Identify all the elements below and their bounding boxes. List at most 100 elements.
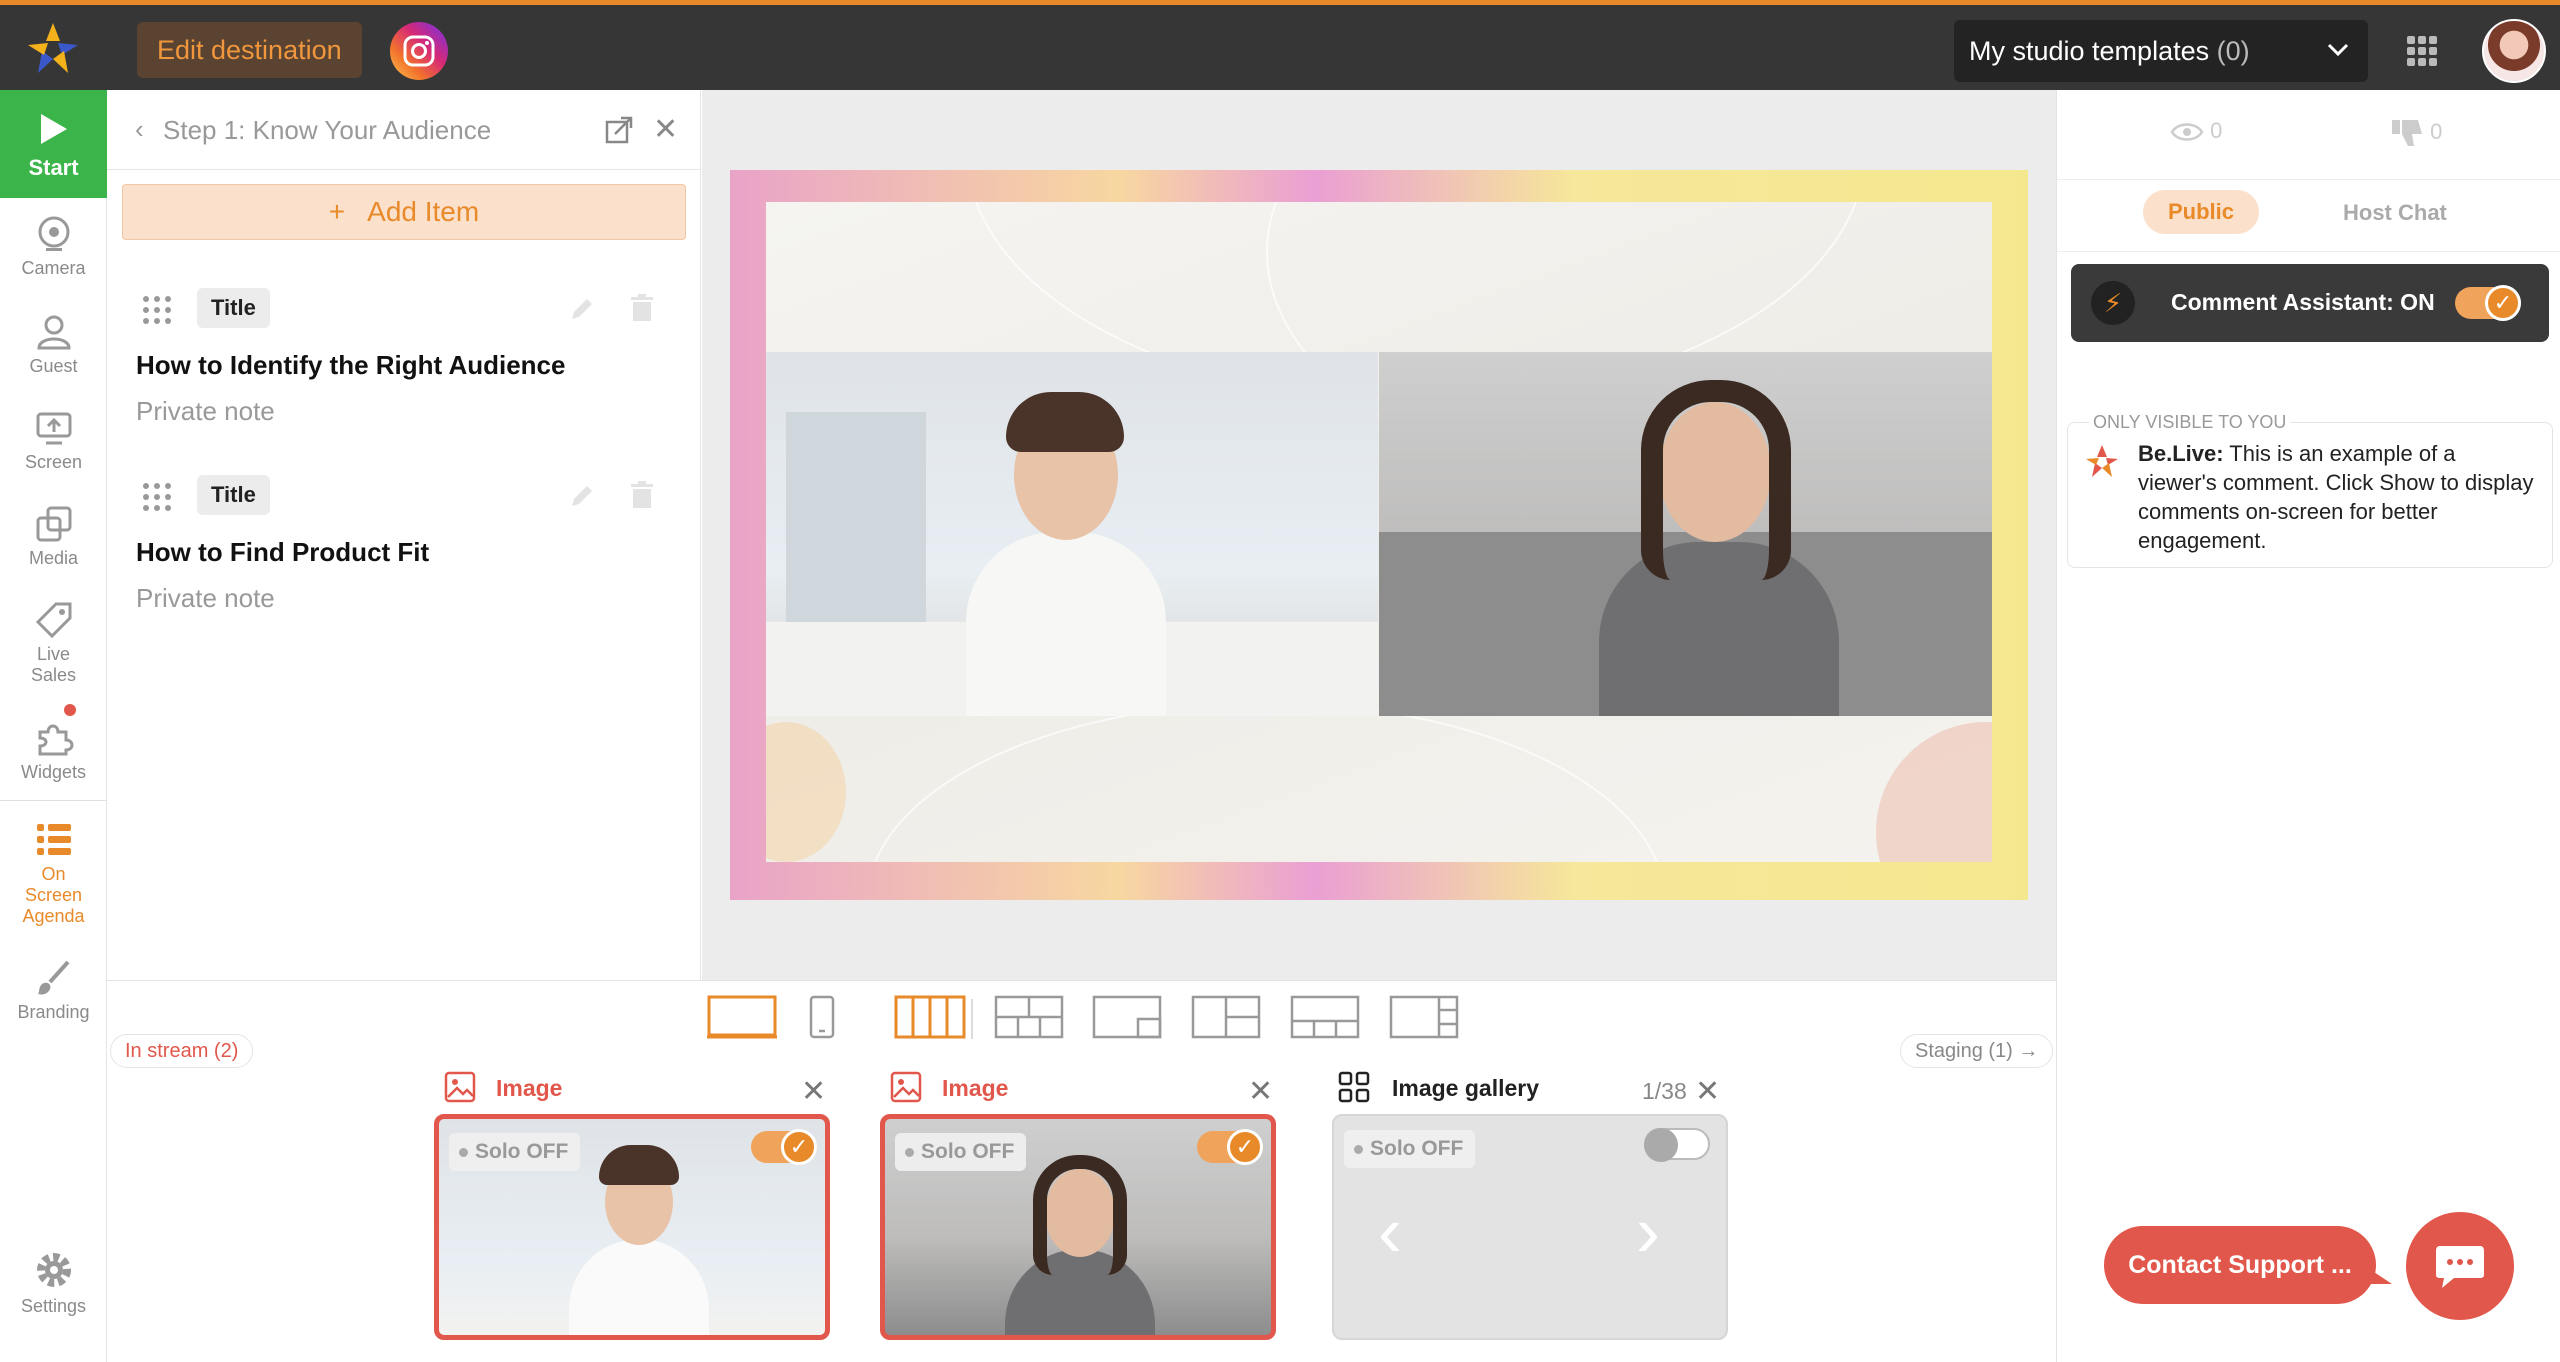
studio-templates-dropdown[interactable]: My studio templates (0): [1954, 20, 2368, 82]
staging-link[interactable]: Staging (1) →: [1900, 1034, 2054, 1068]
puzzle-icon: [38, 724, 73, 756]
edit-pencil-icon[interactable]: [569, 483, 595, 509]
rail-guest-label: Guest: [29, 356, 78, 376]
chevron-right-icon[interactable]: ›: [1636, 1196, 1660, 1268]
rail-on-screen-agenda[interactable]: On Screen Agenda: [0, 820, 107, 927]
rail-branding-label: Branding: [17, 1002, 90, 1022]
rail-live-label: Live: [36, 644, 71, 664]
layout-columns-icon[interactable]: [894, 995, 966, 1039]
comment-assistant-bar: ⚡ Comment Assistant: ON ✓: [2071, 264, 2549, 342]
contact-support-button[interactable]: Contact Support ...: [2104, 1226, 2376, 1304]
comment-assistant-label: Comment Assistant: ON: [2171, 289, 2435, 315]
lightning-icon: ⚡: [2091, 281, 2135, 325]
instagram-icon[interactable]: [390, 22, 448, 80]
host-hair: [1006, 392, 1124, 452]
agenda-panel: ‹ Step 1: Know Your Audience ✕ + Add Item…: [107, 90, 701, 980]
support-bubble-tail: [2362, 1264, 2392, 1284]
comment-assistant-toggle[interactable]: ✓: [2455, 285, 2521, 321]
rail-guest[interactable]: Guest: [0, 312, 107, 377]
agenda-title: Step 1: Know Your Audience: [163, 115, 492, 145]
comment-body: Be.Live: This is an example of a viewer'…: [2138, 439, 2538, 555]
views-stat: 0: [2170, 118, 2222, 144]
private-note[interactable]: Private note: [136, 396, 275, 427]
chevron-left-icon[interactable]: ‹: [135, 114, 144, 145]
layout-toolbar: [107, 980, 2056, 1052]
belive-logo-icon[interactable]: [24, 19, 82, 77]
play-icon: [41, 114, 67, 144]
plus-icon: +: [328, 196, 346, 227]
pop-out-icon[interactable]: [605, 116, 633, 144]
edit-destination-button[interactable]: Edit destination: [137, 22, 362, 78]
thumb-label: Image: [942, 1075, 1009, 1101]
tab-public[interactable]: Public: [2143, 190, 2259, 234]
example-comment[interactable]: Be.Live: This is an example of a viewer'…: [2067, 422, 2553, 568]
thumb-label: Image: [496, 1075, 563, 1101]
rail-widgets[interactable]: Widgets: [0, 718, 107, 783]
rail-live-sales[interactable]: Live Sales: [0, 600, 107, 686]
trash-icon[interactable]: [629, 481, 655, 509]
chat-launcher-button[interactable]: [2406, 1212, 2514, 1320]
image-thumbnail[interactable]: Solo OFF ✓: [434, 1114, 830, 1340]
templates-label: My studio templates: [1969, 36, 2210, 66]
rail-camera[interactable]: Camera: [0, 214, 107, 279]
eye-icon: [2170, 123, 2204, 141]
portrait-layout-icon[interactable]: [809, 995, 835, 1039]
item-type-tag: Title: [197, 288, 270, 328]
agenda-item[interactable]: Title How to Identify the Right Audience…: [107, 282, 701, 452]
thumbs-down-icon: [2392, 120, 2422, 146]
image-icon: [444, 1071, 476, 1103]
rail-widgets-label: Widgets: [20, 762, 87, 782]
layout-grid-icon[interactable]: [994, 995, 1064, 1039]
drag-handle-icon[interactable]: [143, 296, 171, 324]
rail-screen[interactable]: Screen: [0, 408, 107, 473]
agenda-item[interactable]: Title How to Find Product Fit Private no…: [107, 469, 701, 639]
chevron-left-icon[interactable]: ‹: [1378, 1196, 1402, 1268]
layout-pip-icon[interactable]: [1092, 995, 1162, 1039]
left-icon-rail: Start Camera Guest Screen Media Live Sal…: [0, 90, 107, 1362]
solo-toggle-label[interactable]: Solo OFF: [1344, 1130, 1476, 1168]
rail-camera-label: Camera: [21, 258, 86, 278]
dislikes-count: 0: [2430, 118, 2443, 144]
visibility-toggle[interactable]: ✓: [1197, 1129, 1263, 1165]
rail-settings[interactable]: Settings: [0, 1248, 107, 1317]
add-item-button[interactable]: + Add Item: [122, 184, 686, 240]
close-icon[interactable]: ✕: [801, 1074, 826, 1109]
guest-hair: [1641, 380, 1791, 580]
check-icon: ✓: [781, 1129, 817, 1165]
close-icon[interactable]: ✕: [1695, 1074, 1720, 1109]
rail-branding[interactable]: Branding: [0, 958, 107, 1023]
camera-feed-host[interactable]: [766, 352, 1378, 716]
camera-feed-guest[interactable]: [1379, 352, 1992, 716]
rail-settings-label: Settings: [20, 1296, 87, 1316]
apps-grid-icon[interactable]: [2407, 36, 2437, 66]
image-thumbnail[interactable]: Solo OFF ✓: [880, 1114, 1276, 1340]
chat-bubble-icon: [2436, 1246, 2484, 1288]
start-button[interactable]: Start: [0, 90, 107, 198]
private-note[interactable]: Private note: [136, 583, 275, 614]
solo-toggle-label[interactable]: Solo OFF: [449, 1133, 581, 1171]
landscape-layout-icon[interactable]: [707, 995, 777, 1039]
visibility-toggle[interactable]: ✓: [751, 1129, 817, 1165]
solo-toggle-label[interactable]: Solo OFF: [895, 1133, 1027, 1171]
rail-media[interactable]: Media: [0, 504, 107, 569]
close-icon[interactable]: ✕: [1248, 1074, 1273, 1109]
close-icon[interactable]: ✕: [653, 112, 678, 147]
drag-handle-icon[interactable]: [143, 483, 171, 511]
top-bar: Edit destination My studio templates (0): [0, 0, 2560, 90]
visibility-toggle[interactable]: [1644, 1128, 1710, 1162]
image-gallery-thumbnail[interactable]: Solo OFF ‹ ›: [1332, 1114, 1728, 1340]
rail-divider: [0, 800, 107, 801]
layout-split-icon[interactable]: [1191, 995, 1261, 1039]
trash-icon[interactable]: [629, 294, 655, 322]
notification-dot: [64, 704, 76, 716]
tab-host-chat[interactable]: Host Chat: [2343, 200, 2447, 226]
layout-sidebar-icon[interactable]: [1389, 995, 1459, 1039]
brush-icon: [37, 960, 69, 995]
edit-pencil-icon[interactable]: [569, 296, 595, 322]
check-icon: ✓: [1227, 1129, 1263, 1165]
user-avatar[interactable]: [2482, 19, 2546, 83]
rail-screen-label: Screen: [24, 452, 83, 472]
layout-bottom-row-icon[interactable]: [1290, 995, 1360, 1039]
agenda-list-icon: [36, 824, 71, 855]
agenda-item-title: How to Identify the Right Audience: [136, 350, 566, 380]
